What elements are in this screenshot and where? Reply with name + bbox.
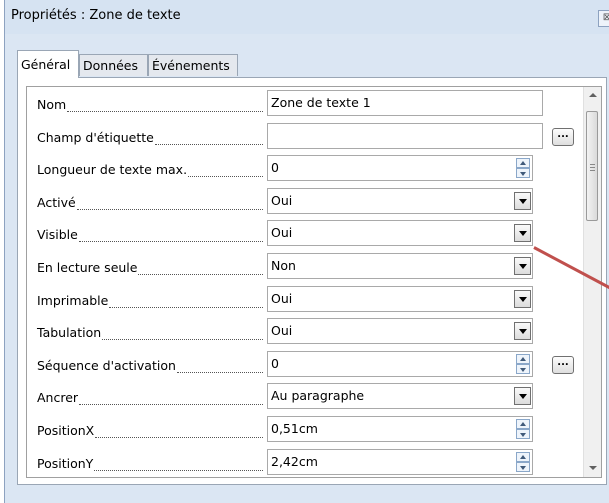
spin-buttons xyxy=(516,451,530,472)
field-value: Oui xyxy=(271,225,293,241)
ellipsis-button[interactable]: ... xyxy=(552,127,574,146)
property-text-field[interactable] xyxy=(267,122,543,149)
tab-label: Événements xyxy=(152,58,230,73)
properties-window: Propriétés : Zone de texte ⊠ Général Don… xyxy=(4,0,609,503)
spin-up-icon[interactable] xyxy=(516,158,530,169)
tab-panel-general: Nom Zone de texte 1 Champ d'étiquette... Lo… xyxy=(17,77,607,485)
field-value: 0 xyxy=(271,355,279,371)
property-text-field[interactable]: Zone de texte 1 xyxy=(267,90,543,116)
leader-dots xyxy=(102,329,263,341)
spin-down-icon[interactable] xyxy=(516,168,530,179)
leader-dots xyxy=(79,394,263,406)
tab-general[interactable]: Général xyxy=(17,50,79,78)
property-combo-field[interactable]: Au paragraphe xyxy=(267,383,533,410)
tab-evenements[interactable]: Événements xyxy=(148,54,238,76)
property-row: PositionY 2,42cm xyxy=(27,446,587,477)
property-row: PositionX 0,51cm xyxy=(27,413,587,447)
leader-dots xyxy=(94,460,263,471)
property-label: Longueur de texte max. xyxy=(37,162,188,178)
property-combo-field[interactable]: Oui xyxy=(267,187,533,214)
property-row: Nom Zone de texte 1 xyxy=(27,87,587,121)
property-combo-field[interactable]: Non xyxy=(267,253,533,279)
property-combo-field[interactable]: Oui xyxy=(267,318,533,345)
property-spin-field[interactable]: 0 xyxy=(267,350,533,377)
tab-label: Données xyxy=(83,58,139,73)
property-combo-field[interactable]: Oui xyxy=(267,220,533,247)
spin-buttons xyxy=(516,158,530,179)
leader-dots xyxy=(67,101,263,112)
field-value: Zone de texte 1 xyxy=(271,95,371,110)
leader-dots xyxy=(77,199,263,210)
dropdown-arrow-icon[interactable] xyxy=(514,387,531,406)
property-label: PositionY xyxy=(37,455,94,471)
leader-dots xyxy=(155,134,263,145)
property-spin-field[interactable]: 0 xyxy=(267,155,533,182)
leader-dots xyxy=(95,427,263,438)
property-label: Activé xyxy=(37,194,76,210)
property-row: Imprimable Oui xyxy=(27,283,587,317)
property-combo-field[interactable]: Oui xyxy=(267,285,533,312)
tab-label: Général xyxy=(21,57,71,72)
spin-buttons xyxy=(516,353,530,374)
dropdown-arrow-icon[interactable] xyxy=(514,257,531,275)
field-value: Non xyxy=(271,258,296,273)
leader-dots xyxy=(109,297,263,308)
field-value: Oui xyxy=(271,290,293,306)
title-bar[interactable]: Propriétés : Zone de texte ⊠ xyxy=(5,0,609,34)
property-row: Ancrer Au paragraphe xyxy=(27,380,587,414)
scroll-thumb[interactable] xyxy=(586,111,598,221)
property-row: Longueur de texte max. 0 xyxy=(27,152,587,186)
spin-down-icon[interactable] xyxy=(516,363,530,374)
property-label: Nom xyxy=(37,97,67,112)
property-label: Ancrer xyxy=(37,390,79,406)
field-value: 2,42cm xyxy=(271,453,318,469)
property-row: En lecture seule Non xyxy=(27,250,587,284)
spin-up-icon[interactable] xyxy=(516,419,530,429)
property-label: En lecture seule xyxy=(37,260,138,275)
ellipsis-button[interactable]: ... xyxy=(552,355,574,374)
field-value: Au paragraphe xyxy=(271,388,365,404)
properties-list: Nom Zone de texte 1 Champ d'étiquette... Lo… xyxy=(26,86,602,478)
spin-buttons xyxy=(516,419,530,439)
property-label: Imprimable xyxy=(37,292,109,308)
leader-dots xyxy=(79,231,263,243)
spin-down-icon[interactable] xyxy=(516,429,530,439)
dropdown-arrow-icon[interactable] xyxy=(514,289,531,308)
leader-dots xyxy=(138,264,263,275)
dropdown-arrow-icon[interactable] xyxy=(514,224,531,243)
field-value: 0 xyxy=(271,160,279,176)
property-row: Visible Oui xyxy=(27,217,587,251)
spin-up-icon[interactable] xyxy=(516,451,530,462)
window-title: Propriétés : Zone de texte xyxy=(11,8,181,23)
property-label: Visible xyxy=(37,227,78,243)
dropdown-arrow-icon[interactable] xyxy=(514,191,531,210)
property-spin-field[interactable]: 2,42cm xyxy=(267,448,533,475)
property-label: Séquence d'activation xyxy=(37,357,176,373)
property-row: Activé Oui xyxy=(27,185,587,219)
property-row: Tabulation Oui xyxy=(27,315,587,349)
property-spin-field[interactable]: 0,51cm xyxy=(267,416,533,442)
property-label: Tabulation xyxy=(37,325,102,341)
property-label: Champ d'étiquette xyxy=(37,129,154,145)
property-row: Champ d'étiquette... xyxy=(27,120,587,154)
close-icon[interactable]: ⊠ xyxy=(598,10,609,27)
field-value: Oui xyxy=(271,323,293,339)
field-value: Oui xyxy=(271,192,293,208)
dropdown-arrow-icon[interactable] xyxy=(514,322,531,341)
property-row: Séquence d'activation 0... xyxy=(27,348,587,382)
leader-dots xyxy=(177,362,263,373)
field-value: 0,51cm xyxy=(271,421,318,436)
spin-down-icon[interactable] xyxy=(516,461,530,472)
spin-up-icon[interactable] xyxy=(516,353,530,364)
property-label: PositionX xyxy=(37,423,95,438)
leader-dots xyxy=(188,166,263,178)
tab-donnees[interactable]: Données xyxy=(79,54,148,76)
